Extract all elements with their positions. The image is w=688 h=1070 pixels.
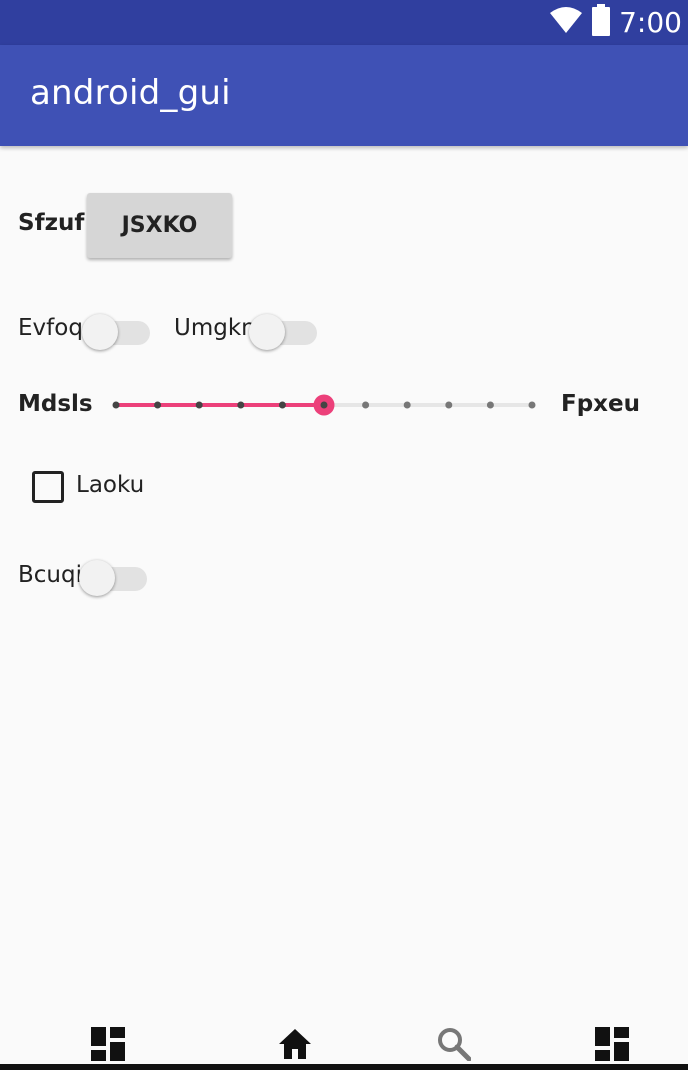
- bottom-nav: [0, 1012, 688, 1070]
- mdsls-label: Mdsls: [18, 391, 93, 417]
- seekbar-tick: [237, 401, 245, 409]
- discrete-seekbar[interactable]: [108, 390, 544, 420]
- seekbar-tick: [195, 401, 203, 409]
- seekbar-tick: [445, 401, 453, 409]
- app-bar: android_gui: [0, 45, 688, 146]
- status-time: 7:00: [619, 6, 682, 39]
- seekbar-graphic: [112, 394, 536, 416]
- evfoq-label: Evfoq: [18, 315, 83, 341]
- status-bar: 7:00: [0, 0, 688, 45]
- home-icon[interactable]: [277, 1027, 313, 1063]
- switch-thumb: [79, 560, 115, 596]
- umgkn-label: Umgkn: [174, 315, 256, 341]
- status-icons: 7:00: [549, 0, 682, 45]
- fpxeu-label: Fpxeu: [561, 391, 640, 417]
- bottom-divider: [0, 1064, 688, 1070]
- seekbar-tick: [528, 401, 536, 409]
- dashboard-icon[interactable]: [91, 1027, 127, 1063]
- seekbar-tick: [403, 401, 411, 409]
- laoku-checkbox[interactable]: [32, 471, 64, 503]
- seekbar-tick: [112, 401, 120, 409]
- bcuqi-label: Bcuqi: [18, 562, 82, 588]
- seekbar-tick: [154, 401, 162, 409]
- seekbar-tick: [278, 401, 286, 409]
- bcuqi-switch[interactable]: [79, 556, 149, 596]
- seekbar-tick: [362, 401, 370, 409]
- switch-thumb: [249, 314, 285, 350]
- dashboard-icon[interactable]: [595, 1027, 631, 1063]
- jsxko-button[interactable]: JSXKO: [87, 193, 232, 258]
- battery-icon: [591, 4, 611, 41]
- evfoq-switch[interactable]: [82, 310, 152, 350]
- sfzuf-label: Sfzuf: [18, 210, 85, 236]
- wifi-icon: [549, 6, 583, 39]
- laoku-label: Laoku: [76, 472, 145, 498]
- search-icon[interactable]: [437, 1027, 473, 1063]
- umgkn-switch[interactable]: [249, 310, 319, 350]
- switch-thumb: [82, 314, 118, 350]
- seekbar-tick: [486, 401, 494, 409]
- app-title: android_gui: [30, 73, 231, 113]
- seekbar-thumb-dot: [320, 401, 328, 409]
